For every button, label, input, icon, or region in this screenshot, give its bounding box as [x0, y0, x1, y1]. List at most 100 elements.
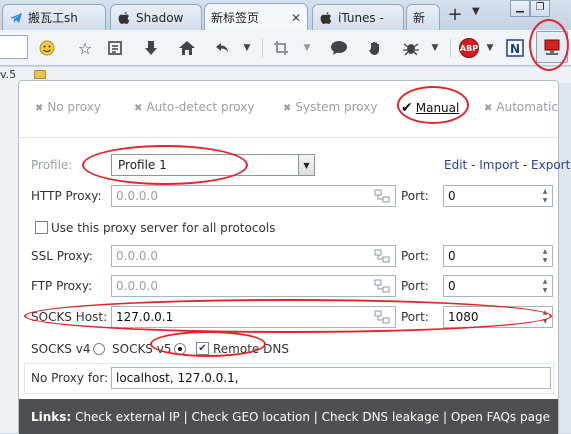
home-icon[interactable]	[176, 37, 198, 59]
tab-1[interactable]: 搬瓦工sh	[2, 4, 106, 30]
separator: -	[467, 158, 480, 172]
ssl-port-value: 0	[448, 249, 456, 263]
edit-link[interactable]: Edit	[444, 158, 467, 172]
adblock-plus-icon[interactable]: ABP	[458, 37, 480, 59]
open-faqs-link[interactable]: Open FAQs page	[451, 410, 550, 424]
hand-icon[interactable]	[364, 37, 386, 59]
bookmark-label[interactable]: v.5	[0, 68, 16, 81]
socks-v4-radio[interactable]	[93, 343, 105, 355]
proxy-mode-tabs: ✖ No proxy ✖ Auto-detect proxy ✖ System pro…	[19, 81, 558, 137]
mode-label: Auto-detect proxy	[146, 100, 255, 114]
mode-automatic[interactable]: ✖ Automatic	[484, 100, 558, 114]
chat-icon[interactable]	[328, 37, 350, 59]
http-port-value: 0	[448, 189, 456, 203]
remote-dns-checkbox[interactable]: ✔	[196, 342, 209, 355]
http-proxy-placeholder: 0.0.0.0	[116, 189, 158, 203]
no-proxy-value: localhost, 127.0.0.1,	[116, 371, 239, 385]
port-stepper[interactable]: ▲ ▼	[540, 248, 550, 264]
check-external-ip-link[interactable]: Check external IP	[75, 410, 180, 424]
check-dns-leakage-link[interactable]: Check DNS leakage	[322, 410, 440, 424]
mode-system-proxy[interactable]: ✖ System proxy	[283, 100, 377, 114]
mode-label: Manual	[415, 101, 460, 115]
socks-v5-label: SOCKS v5	[112, 342, 172, 356]
mode-label: Automatic	[496, 100, 558, 114]
http-proxy-label: HTTP Proxy:	[31, 189, 102, 203]
ssl-port-label: Port:	[401, 249, 429, 263]
socks-port-label: Port:	[401, 310, 429, 324]
ssl-port-input[interactable]: 0 ▲ ▼	[443, 245, 553, 267]
proxy-toggle-button[interactable]	[536, 31, 568, 63]
close-tab-icon[interactable]: ✕	[291, 11, 301, 25]
apple-icon	[319, 11, 333, 25]
ftp-port-input[interactable]: 0 ▲ ▼	[443, 275, 553, 297]
minimize-icon[interactable]: ▁	[510, 0, 530, 17]
x-icon: ✖	[484, 103, 493, 114]
profile-actions: Edit - Import - Export	[444, 158, 570, 172]
bug-icon[interactable]	[400, 37, 422, 59]
network-icon[interactable]	[374, 310, 390, 324]
tab-title: 新标签页	[211, 11, 260, 25]
star-icon[interactable]: ☆	[74, 37, 96, 59]
folder-icon[interactable]	[34, 70, 46, 79]
http-port-input[interactable]: 0 ▲ ▼	[443, 185, 553, 207]
socks-host-input[interactable]: 127.0.0.1	[111, 306, 396, 328]
http-proxy-input[interactable]: 0.0.0.0	[111, 185, 396, 207]
import-link[interactable]: Import	[479, 158, 519, 172]
chevron-down-icon[interactable]: ▼	[479, 37, 501, 59]
export-link[interactable]: Export	[531, 158, 570, 172]
use-all-protocols-label: Use this proxy server for all protocols	[51, 221, 276, 235]
mode-auto-detect[interactable]: ✖ Auto-detect proxy	[134, 100, 254, 114]
proxy-icon	[544, 39, 560, 55]
ftp-proxy-placeholder: 0.0.0.0	[116, 279, 158, 293]
chevron-down-icon[interactable]: ▼	[236, 37, 258, 59]
crop-icon[interactable]	[270, 37, 292, 59]
download-icon[interactable]	[140, 37, 162, 59]
no-proxy-input[interactable]: localhost, 127.0.0.1,	[111, 367, 551, 389]
ftp-proxy-label: FTP Proxy:	[31, 279, 93, 293]
network-icon[interactable]	[374, 249, 390, 263]
network-icon[interactable]	[374, 279, 390, 293]
chevron-down-icon[interactable]: ▼	[296, 37, 318, 59]
ftp-port-value: 0	[448, 279, 456, 293]
svg-text:N: N	[510, 42, 520, 56]
scrollbar[interactable]	[559, 83, 571, 433]
reading-list-icon[interactable]	[104, 37, 126, 59]
tab-title: 搬瓦工sh	[28, 11, 78, 25]
profile-value: Profile 1	[118, 158, 167, 172]
port-stepper[interactable]: ▲ ▼	[540, 278, 550, 294]
telegram-icon	[9, 11, 23, 25]
chevron-down-icon[interactable]: ▼	[424, 37, 446, 59]
new-tab-button[interactable]: +	[442, 5, 468, 27]
port-stepper[interactable]: ▲ ▼	[540, 188, 550, 204]
profile-label: Profile:	[31, 158, 73, 172]
use-all-protocols-checkbox[interactable]	[35, 221, 48, 234]
port-stepper[interactable]: ▲ ▼	[540, 309, 550, 325]
profile-select[interactable]: Profile 1 ▼	[111, 154, 315, 176]
mode-label: System proxy	[295, 100, 378, 114]
ftp-proxy-input[interactable]: 0.0.0.0	[111, 275, 396, 297]
tab-2[interactable]: Shadow	[110, 4, 202, 30]
tab-title: Shadow	[136, 10, 184, 25]
x-icon: ✖	[35, 103, 44, 114]
ssl-proxy-input[interactable]: 0.0.0.0	[111, 245, 396, 267]
back-icon[interactable]	[212, 37, 234, 59]
socks-port-input[interactable]: 1080 ▲ ▼	[443, 306, 553, 328]
mode-no-proxy[interactable]: ✖ No proxy	[35, 100, 101, 114]
check-geo-location-link[interactable]: Check GEO location	[191, 410, 309, 424]
links-label: Links:	[31, 410, 72, 424]
address-bar[interactable]	[0, 35, 28, 59]
maximize-icon[interactable]: ❐	[530, 0, 550, 17]
tab-list-chevron-icon[interactable]: ▼	[472, 6, 480, 17]
socks-v5-radio[interactable]	[174, 343, 186, 355]
smiley-icon[interactable]	[36, 37, 58, 59]
n-icon[interactable]: N	[504, 37, 526, 59]
tab-3-active[interactable]: 新标签页 ✕	[204, 3, 308, 31]
window-controls: ▁ ❐	[510, 0, 550, 18]
tab-4[interactable]: iTunes -	[312, 4, 404, 30]
mode-manual[interactable]: ✔ Manual	[401, 100, 459, 116]
tab-5[interactable]: 新	[406, 4, 440, 30]
proxy-settings-panel: ✖ No proxy ✖ Auto-detect proxy ✖ System pro…	[18, 80, 570, 434]
nav-toolbar: ☆ ▼ ▼ ▼ ABP ▼ N	[0, 30, 571, 66]
divider	[19, 137, 558, 138]
network-icon[interactable]	[374, 189, 390, 203]
